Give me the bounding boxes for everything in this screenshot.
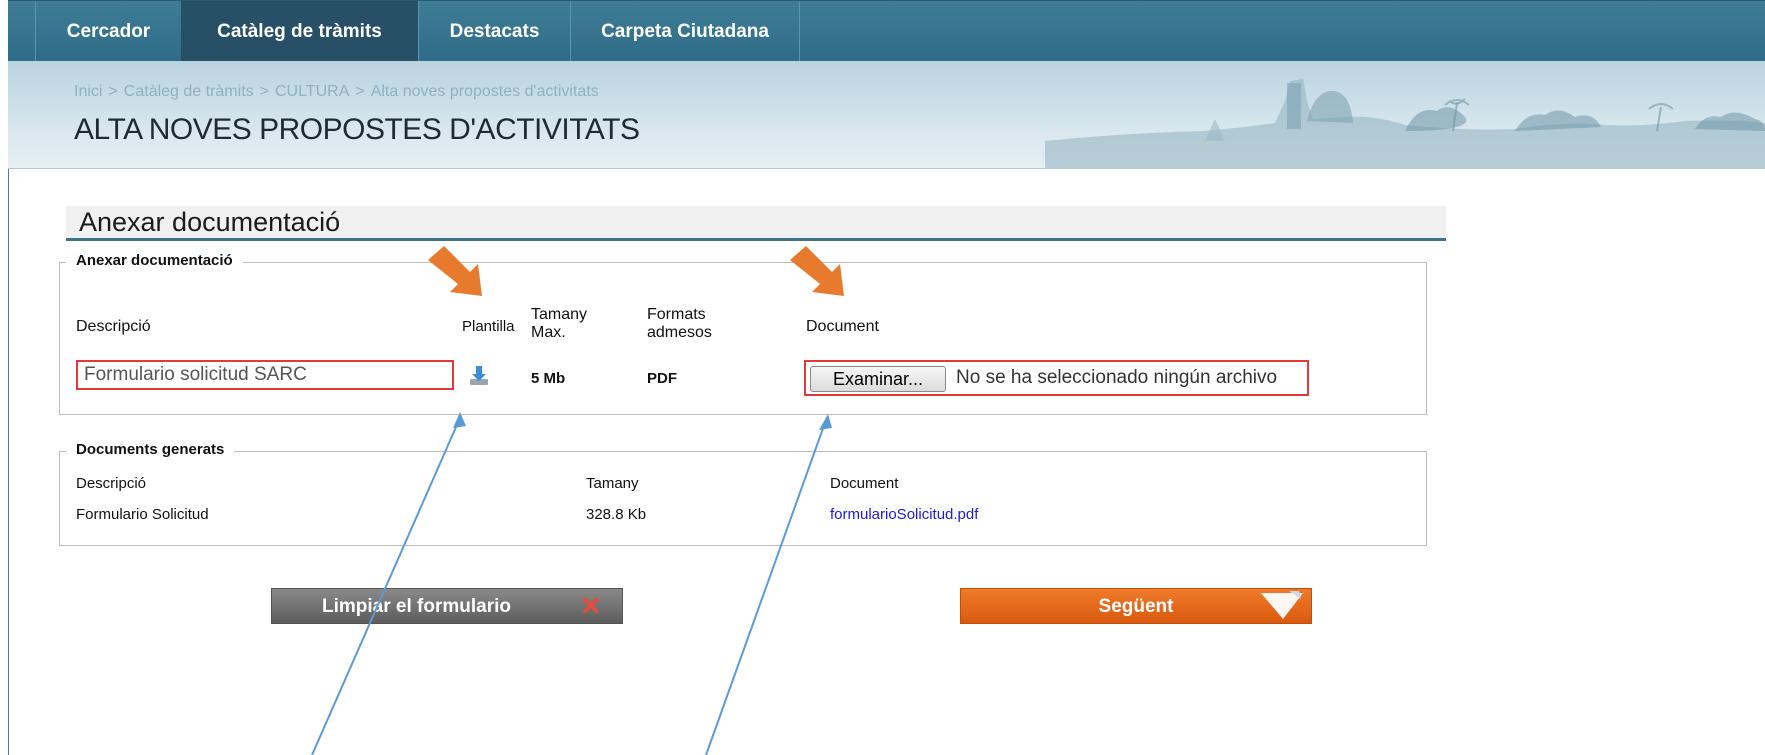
breadcrumb-item-cataleg[interactable]: Catàleg de tràmits <box>124 83 254 100</box>
breadcrumb-item-current: Alta noves propostes d'activitats <box>370 83 599 100</box>
formats-value: PDF <box>647 370 677 387</box>
clear-form-label: Limpiar el formulario <box>322 596 511 617</box>
header-document: Document <box>806 318 879 335</box>
generated-documents-fieldset <box>59 451 1427 546</box>
header-max-size: Tamany Max. <box>531 306 588 341</box>
tab-destacats[interactable]: Destacats <box>419 1 571 62</box>
breadcrumb-item-inici[interactable]: Inici <box>74 83 102 100</box>
tab-carpeta-ciutadana[interactable]: Carpeta Ciutadana <box>571 1 800 62</box>
header-formats: Formats admesos <box>647 306 712 341</box>
browse-button[interactable]: Examinar... <box>810 366 946 392</box>
max-size-value: 5 Mb <box>531 370 566 387</box>
breadcrumb-separator: > <box>108 83 118 100</box>
generated-row-size: 328.8 Kb <box>586 506 647 523</box>
breadcrumb: Inici > Catàleg de tràmits > CULTURA > Alta no… <box>74 83 599 101</box>
description-field[interactable] <box>76 360 454 390</box>
clear-form-button[interactable]: Limpiar el formulario ✕ <box>271 588 623 624</box>
file-status-text: No se ha seleccionado ningún archivo <box>956 367 1278 388</box>
close-icon: ✕ <box>580 591 602 621</box>
section-title: Anexar documentació <box>79 207 341 237</box>
generated-header-size: Tamany <box>586 475 639 492</box>
generated-header-document: Document <box>830 475 899 492</box>
generated-legend: Documents generats <box>66 441 235 458</box>
section-heading: Anexar documentació <box>66 206 1446 241</box>
header-description: Descripció <box>76 318 151 335</box>
file-upload-control: Examinar... No se ha seleccionado ningún… <box>804 360 1309 396</box>
generated-row-description: Formulario Solicitud <box>76 506 209 523</box>
top-navigation: Cercador Catàleg de tràmits Destacats Ca… <box>8 0 1765 62</box>
breadcrumb-separator: > <box>259 83 269 100</box>
tab-cercador[interactable]: Cercador <box>35 1 182 62</box>
breadcrumb-item-cultura[interactable]: CULTURA <box>275 83 349 100</box>
header-banner: Inici > Catàleg de tràmits > CULTURA > Alta no… <box>8 61 1765 169</box>
download-icon[interactable] <box>467 364 491 388</box>
breadcrumb-separator: > <box>355 83 365 100</box>
city-skyline-illustration <box>1045 79 1765 168</box>
chevron-down-icon <box>1261 591 1303 619</box>
next-button[interactable]: Següent <box>960 588 1312 624</box>
generated-document-link[interactable]: formularioSolicitud.pdf <box>830 506 978 523</box>
tab-cataleg-de-tramits[interactable]: Catàleg de tràmits <box>181 1 419 62</box>
page-title: ALTA NOVES PROPOSTES D'ACTIVITATS <box>74 113 640 146</box>
generated-header-description: Descripció <box>76 475 147 492</box>
header-template: Plantilla <box>462 318 515 335</box>
attach-legend: Anexar documentació <box>66 252 243 269</box>
